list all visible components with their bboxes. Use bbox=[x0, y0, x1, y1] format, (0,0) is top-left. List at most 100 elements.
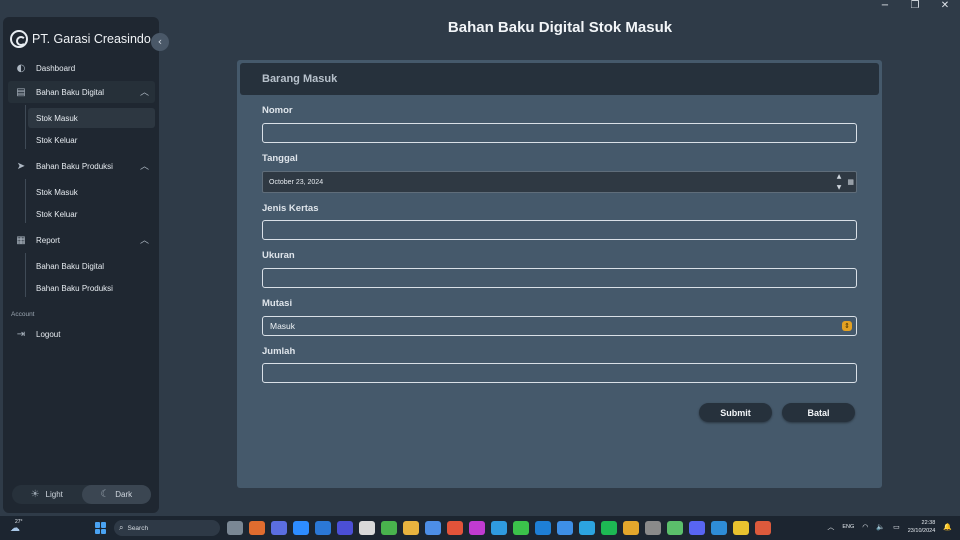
taskbar-app-icon[interactable] bbox=[425, 521, 441, 535]
taskbar-app-icon[interactable] bbox=[403, 521, 419, 535]
paper-plane-icon: ➤ bbox=[16, 160, 26, 172]
ukuran-input[interactable] bbox=[262, 268, 857, 288]
sidebar-subitem-produksi-stok-masuk[interactable]: Stok Masuk bbox=[28, 182, 155, 202]
minimize-button[interactable]: − bbox=[870, 0, 900, 14]
notification-bell-icon[interactable]: 🔔 bbox=[943, 523, 952, 531]
theme-light-label: Light bbox=[45, 490, 63, 499]
taskbar-app-icon[interactable] bbox=[447, 521, 463, 535]
taskbar-app-icon[interactable] bbox=[513, 521, 529, 535]
sidebar-item-label: Dashboard bbox=[36, 63, 76, 73]
taskbar-app-icon[interactable] bbox=[359, 521, 375, 535]
sidebar-item-dashboard[interactable]: ◐ Dashboard bbox=[8, 57, 155, 79]
sidebar-subitem-digital-stok-masuk[interactable]: Stok Masuk bbox=[28, 108, 155, 128]
spin-up-icon[interactable]: ▲ bbox=[837, 173, 842, 180]
theme-light-option[interactable]: ☀ Light bbox=[12, 485, 82, 504]
sidebar-subitem-produksi-stok-keluar[interactable]: Stok Keluar bbox=[28, 204, 155, 224]
sidebar-item-label: Logout bbox=[36, 329, 61, 339]
chevron-up-icon[interactable]: ︿ bbox=[827, 522, 834, 532]
tanggal-value: October 23, 2024 bbox=[269, 178, 324, 186]
sidebar-item-bahan-baku-produksi[interactable]: ➤ Bahan Baku Produksi ︿ bbox=[8, 155, 155, 177]
speaker-icon[interactable]: 🔈 bbox=[876, 523, 885, 531]
taskbar-app-icon[interactable] bbox=[557, 521, 573, 535]
taskbar: ☁ 27° ⌕ Search ︿ ENG ◠ 🔈 ▭ 22:38 23/10/2… bbox=[0, 516, 960, 540]
windows-logo-icon bbox=[95, 528, 100, 534]
sidebar-item-logout[interactable]: ⇥ Logout bbox=[8, 323, 155, 345]
select-arrows-icon: ⇕ bbox=[842, 321, 852, 331]
taskbar-app-icon[interactable] bbox=[249, 521, 265, 535]
restore-button[interactable]: ❐ bbox=[900, 0, 930, 14]
taskbar-app-icon[interactable] bbox=[755, 521, 771, 535]
taskbar-pinned-apps bbox=[227, 521, 771, 535]
sidebar-subitem-report-digital[interactable]: Bahan Baku Digital bbox=[28, 256, 155, 276]
language-indicator[interactable]: ENG bbox=[842, 524, 854, 530]
form-card: Barang Masuk Nomor Tanggal October 23, 2… bbox=[237, 60, 882, 488]
chevron-up-icon: ︿ bbox=[139, 88, 149, 98]
theme-toggle: ☀ Light ☾ Dark bbox=[12, 485, 151, 504]
calendar-dropdown-icon[interactable]: ▦ bbox=[847, 178, 854, 186]
jenis-kertas-input[interactable] bbox=[262, 220, 857, 240]
taskbar-app-icon[interactable] bbox=[623, 521, 639, 535]
sidebar-subitem-digital-stok-keluar[interactable]: Stok Keluar bbox=[28, 130, 155, 150]
sidebar-item-label: Bahan Baku Digital bbox=[36, 87, 105, 97]
chevron-up-icon: ︿ bbox=[139, 236, 149, 246]
taskbar-app-icon[interactable] bbox=[337, 521, 353, 535]
taskbar-app-icon[interactable] bbox=[645, 521, 661, 535]
sidebar-item-bahan-baku-digital[interactable]: ▤ Bahan Baku Digital ︿ bbox=[8, 81, 155, 103]
computer-icon: ▤ bbox=[16, 86, 26, 98]
taskbar-app-icon[interactable] bbox=[293, 521, 309, 535]
sidebar-item-report[interactable]: ▦ Report ︿ bbox=[8, 229, 155, 251]
date-spinner[interactable]: ▲ ▼ bbox=[834, 173, 844, 191]
submit-button[interactable]: Submit bbox=[699, 403, 772, 422]
brand-name: PT. Garasi Creasindo bbox=[32, 32, 151, 46]
dashboard-icon: ◐ bbox=[16, 62, 26, 74]
start-button[interactable] bbox=[95, 522, 107, 534]
clock-time: 22:38 bbox=[921, 520, 936, 526]
system-tray: ︿ ENG ◠ 🔈 ▭ 22:38 23/10/2024 🔔 bbox=[827, 519, 952, 535]
taskbar-app-icon[interactable] bbox=[491, 521, 507, 535]
windows-logo-icon bbox=[101, 528, 106, 534]
clock[interactable]: 22:38 23/10/2024 bbox=[908, 519, 936, 535]
taskbar-app-icon[interactable] bbox=[667, 521, 683, 535]
ukuran-label: Ukuran bbox=[262, 250, 295, 261]
nomor-input[interactable] bbox=[262, 123, 857, 143]
taskbar-app-icon[interactable] bbox=[315, 521, 331, 535]
search-placeholder: Search bbox=[127, 524, 149, 532]
mutasi-label: Mutasi bbox=[262, 298, 293, 309]
taskbar-app-icon[interactable] bbox=[601, 521, 617, 535]
chevron-up-icon: ︿ bbox=[139, 162, 149, 172]
jumlah-input[interactable] bbox=[262, 363, 857, 383]
taskbar-app-icon[interactable] bbox=[689, 521, 705, 535]
sidebar-subitem-report-produksi[interactable]: Bahan Baku Produksi bbox=[28, 278, 155, 298]
close-button[interactable]: ✕ bbox=[930, 0, 960, 14]
submenu-guide-line bbox=[25, 105, 26, 149]
company-logo-icon bbox=[10, 30, 28, 48]
section-account-heading: Account bbox=[11, 311, 35, 318]
moon-icon: ☾ bbox=[100, 489, 110, 500]
taskbar-app-icon[interactable] bbox=[469, 521, 485, 535]
wifi-icon[interactable]: ◠ bbox=[862, 523, 868, 531]
spin-down-icon[interactable]: ▼ bbox=[837, 184, 842, 191]
tanggal-label: Tanggal bbox=[262, 153, 298, 164]
page-title: Bahan Baku Digital Stok Masuk bbox=[447, 19, 673, 36]
theme-dark-option[interactable]: ☾ Dark bbox=[81, 485, 151, 504]
batal-button[interactable]: Batal bbox=[782, 403, 855, 422]
taskbar-app-icon[interactable] bbox=[227, 521, 243, 535]
sun-icon: ☀ bbox=[30, 489, 40, 500]
temperature: 27° bbox=[15, 519, 23, 525]
sidebar-item-label: Bahan Baku Produksi bbox=[36, 161, 113, 171]
sidebar: PT. Garasi Creasindo ‹ ◐ Dashboard ▤ Bah… bbox=[3, 17, 169, 513]
taskbar-app-icon[interactable] bbox=[381, 521, 397, 535]
taskbar-app-icon[interactable] bbox=[535, 521, 551, 535]
taskbar-app-icon[interactable] bbox=[733, 521, 749, 535]
tanggal-date-picker[interactable]: October 23, 2024 ▲ ▼ ▦ bbox=[262, 171, 857, 193]
taskbar-app-icon[interactable] bbox=[579, 521, 595, 535]
taskbar-app-icon[interactable] bbox=[271, 521, 287, 535]
mutasi-select[interactable]: Masuk ⇕ bbox=[262, 316, 857, 336]
battery-icon[interactable]: ▭ bbox=[893, 523, 900, 531]
taskbar-app-icon[interactable] bbox=[711, 521, 727, 535]
submenu-guide-line bbox=[25, 179, 26, 223]
mutasi-selected-value: Masuk bbox=[270, 321, 296, 331]
jumlah-label: Jumlah bbox=[262, 346, 296, 357]
taskbar-search[interactable]: ⌕ Search bbox=[114, 520, 220, 536]
jenis-kertas-label: Jenis Kertas bbox=[262, 203, 319, 214]
